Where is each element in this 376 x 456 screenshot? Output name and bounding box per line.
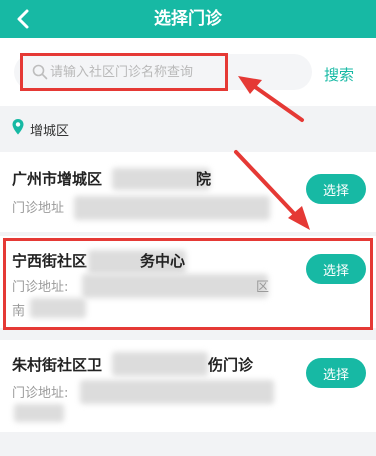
annotation-box-card — [3, 238, 373, 330]
clinic-name-start: 广州市增城区 — [12, 170, 103, 188]
clinic-card: 朱村街社区卫 伤门诊 门诊地址: 选择 — [0, 340, 376, 432]
district-row: 增城区 — [0, 112, 376, 144]
redacted-area — [14, 404, 64, 422]
district-label: 增城区 — [30, 124, 70, 139]
location-pin-icon — [12, 119, 24, 135]
clinic-name-end: 伤门诊 — [208, 356, 254, 374]
clinic-name-start: 朱村街社区卫 — [12, 356, 103, 374]
clinic-name-end: 院 — [196, 170, 212, 188]
clinic-card: 广州市增城区 院 门诊地址 选择 — [0, 152, 376, 232]
clinic-address-label: 门诊地址: — [12, 386, 69, 401]
redacted-area — [80, 380, 274, 404]
top-bar: 选择门诊 — [0, 0, 376, 38]
redacted-area — [74, 196, 270, 220]
annotation-box-search — [20, 53, 228, 91]
clinic-address-label: 门诊地址 — [12, 201, 65, 216]
search-button[interactable]: 搜索 — [324, 64, 354, 85]
select-button[interactable]: 选择 — [306, 358, 366, 388]
select-button[interactable]: 选择 — [306, 174, 366, 204]
redacted-area — [112, 352, 208, 376]
page-title: 选择门诊 — [154, 9, 222, 29]
